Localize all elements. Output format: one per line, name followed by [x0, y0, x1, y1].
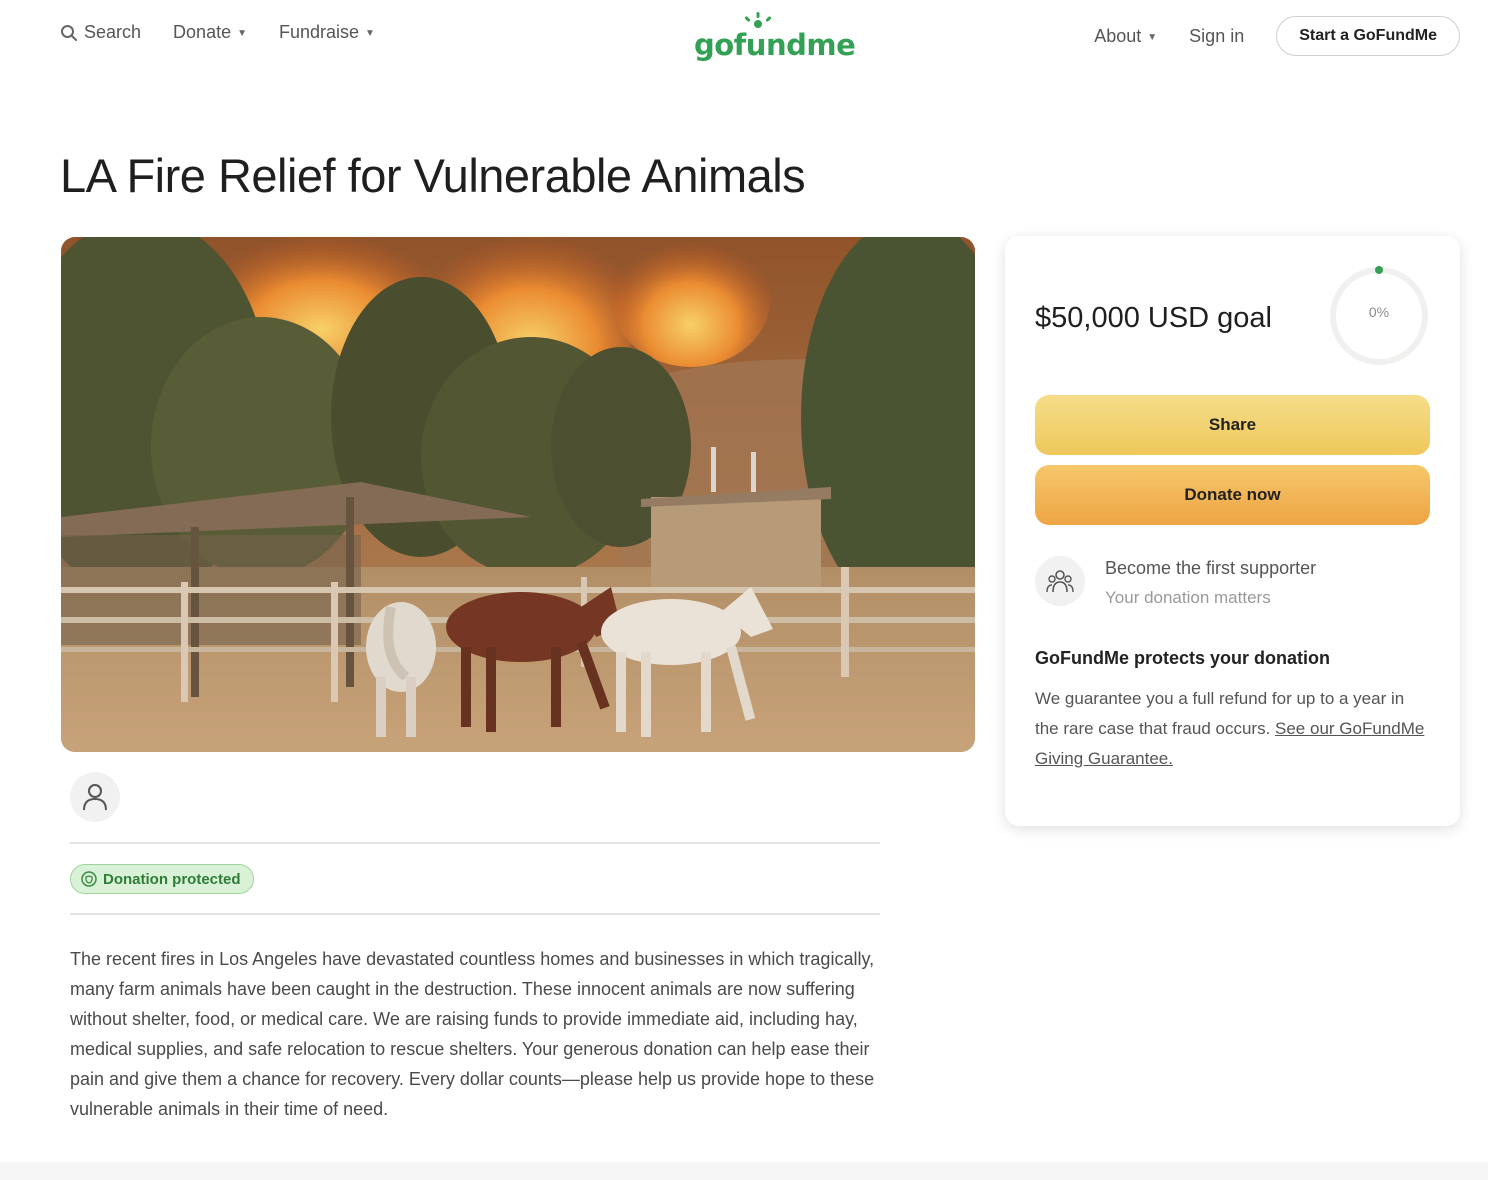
- nav-left: Search Donate ▼ Fundraise ▼: [60, 22, 375, 43]
- chevron-down-icon: ▼: [237, 28, 247, 39]
- share-button[interactable]: Share: [1035, 395, 1430, 455]
- shield-icon: [81, 871, 97, 887]
- fundraising-goal: $50,000 USD goal: [1035, 302, 1272, 334]
- progress-percent: 0%: [1368, 304, 1390, 320]
- about-menu-label: About: [1094, 25, 1142, 46]
- campaign-hero-image[interactable]: [61, 237, 975, 752]
- campaign-story: The recent fires in Los Angeles have dev…: [70, 949, 875, 1119]
- start-gofundme-button[interactable]: Start a GoFundMe: [1276, 16, 1460, 56]
- page-title: LA Fire Relief for Vulnerable Animals: [60, 149, 806, 202]
- donation-card: $50,000 USD goal 0% Share Donate now Bec…: [1005, 236, 1460, 826]
- chevron-down-icon: ▼: [365, 28, 375, 39]
- nav-right: About ▼ Sign in Start a GoFundMe: [1094, 16, 1460, 56]
- progress-ring: 0%: [1327, 264, 1431, 368]
- page-bottom-edge: [0, 1162, 1488, 1180]
- chevron-down-icon: ▼: [1147, 31, 1158, 43]
- protection-text: We guarantee you a full refund for up to…: [1035, 684, 1430, 774]
- gofundme-logo[interactable]: gofundme: [694, 12, 856, 62]
- donate-now-button[interactable]: Donate now: [1035, 465, 1430, 525]
- divider: [70, 913, 880, 915]
- donate-menu[interactable]: Donate ▼: [173, 22, 247, 43]
- donate-menu-label: Donate: [173, 22, 232, 42]
- first-supporter-title: Become the first supporter: [1105, 558, 1317, 578]
- sign-in-label: Sign in: [1189, 25, 1245, 46]
- hero-illustration: [61, 237, 975, 752]
- search-label: Search: [84, 22, 142, 42]
- donation-protected-badge[interactable]: Donation protected: [70, 864, 254, 894]
- sign-in-link[interactable]: Sign in: [1189, 26, 1244, 47]
- fundraise-menu[interactable]: Fundraise ▼: [279, 22, 375, 43]
- fundraise-menu-label: Fundraise: [279, 22, 360, 42]
- supporters-icon-wrap: [1035, 556, 1085, 606]
- search-icon: [61, 24, 77, 41]
- logo-text: gofundme: [694, 28, 856, 62]
- first-supporter-subtitle: Your donation matters: [1105, 588, 1271, 607]
- divider: [70, 842, 880, 844]
- protection-title: GoFundMe protects your donation: [1035, 648, 1330, 668]
- supporters-icon: [1046, 570, 1074, 593]
- about-menu[interactable]: About ▼: [1094, 26, 1157, 47]
- organizer-avatar[interactable]: [70, 772, 120, 822]
- search-link[interactable]: Search: [60, 22, 141, 43]
- badge-label: Donation protected: [103, 870, 241, 888]
- user-icon: [83, 784, 107, 811]
- top-navigation: Search Donate ▼ Fundraise ▼ gofundme Abo…: [0, 0, 1488, 74]
